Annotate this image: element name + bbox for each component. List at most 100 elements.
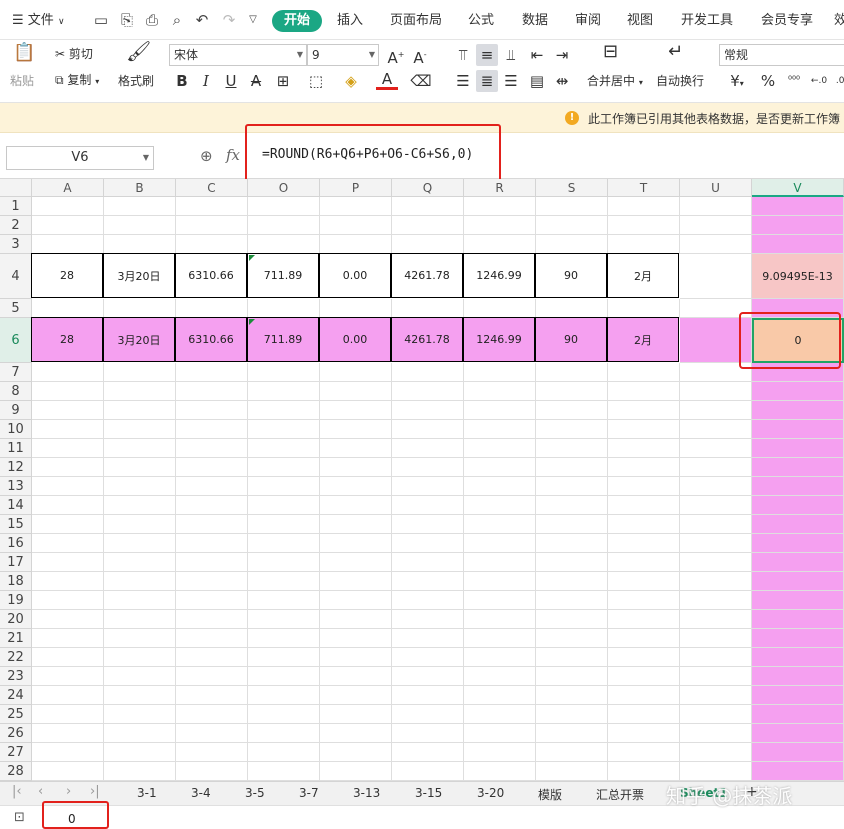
cell-a21[interactable] (32, 629, 104, 648)
cell-o17[interactable] (248, 553, 320, 572)
cell-o16[interactable] (248, 534, 320, 553)
cell-p6[interactable]: 0.00 (319, 317, 391, 362)
save-icon[interactable]: ▭ (91, 10, 111, 30)
align-top-icon[interactable]: ⫪ (452, 44, 474, 66)
cell-t21[interactable] (608, 629, 680, 648)
cell-r4[interactable]: 1246.99 (463, 253, 535, 298)
cell-q21[interactable] (392, 629, 464, 648)
cell-u11[interactable] (680, 439, 752, 458)
tab-review[interactable]: 审阅 (575, 10, 601, 32)
copy-button[interactable]: ⧉ 复制 ▾ (55, 71, 99, 91)
cell-t10[interactable] (608, 420, 680, 439)
cell-p12[interactable] (320, 458, 392, 477)
cell-b14[interactable] (104, 496, 176, 515)
row-header-6[interactable]: 6 (0, 318, 32, 363)
cell-s14[interactable] (536, 496, 608, 515)
cell-s7[interactable] (536, 363, 608, 382)
decrease-decimal-icon[interactable]: .00 (832, 70, 844, 92)
cell-u26[interactable] (680, 724, 752, 743)
cell-t1[interactable] (608, 197, 680, 216)
cell-p10[interactable] (320, 420, 392, 439)
clear-format-icon[interactable]: ⌫ (410, 70, 432, 92)
cell-c10[interactable] (176, 420, 248, 439)
cell-q2[interactable] (392, 216, 464, 235)
cell-a27[interactable] (32, 743, 104, 762)
cell-c8[interactable] (176, 382, 248, 401)
cell-u8[interactable] (680, 382, 752, 401)
cell-t22[interactable] (608, 648, 680, 667)
cell-q20[interactable] (392, 610, 464, 629)
cell-q16[interactable] (392, 534, 464, 553)
number-format-select[interactable]: 常规 (719, 44, 844, 66)
row-header-18[interactable]: 18 (0, 572, 32, 591)
cell-s11[interactable] (536, 439, 608, 458)
cell-v19[interactable] (752, 591, 844, 610)
cell-v15[interactable] (752, 515, 844, 534)
cell-p25[interactable] (320, 705, 392, 724)
cell-r5[interactable] (464, 299, 536, 318)
cell-v8[interactable] (752, 382, 844, 401)
tab-developer[interactable]: 开发工具 (681, 10, 733, 32)
cell-q24[interactable] (392, 686, 464, 705)
row-header-14[interactable]: 14 (0, 496, 32, 515)
cell-q17[interactable] (392, 553, 464, 572)
cell-s24[interactable] (536, 686, 608, 705)
row-header-22[interactable]: 22 (0, 648, 32, 667)
cell-o10[interactable] (248, 420, 320, 439)
cell-o6[interactable]: 711.89 (247, 317, 319, 362)
cell-t2[interactable] (608, 216, 680, 235)
cell-r10[interactable] (464, 420, 536, 439)
export-pdf-icon[interactable]: ⎘ (117, 10, 137, 30)
column-header-u[interactable]: U (680, 179, 752, 197)
cell-u19[interactable] (680, 591, 752, 610)
cell-u9[interactable] (680, 401, 752, 420)
cell-t28[interactable] (608, 762, 680, 781)
sheet-tab-3-15[interactable]: 3-15 (415, 786, 442, 800)
cell-s19[interactable] (536, 591, 608, 610)
cell-q1[interactable] (392, 197, 464, 216)
cell-r13[interactable] (464, 477, 536, 496)
cell-b18[interactable] (104, 572, 176, 591)
cell-r14[interactable] (464, 496, 536, 515)
cell-r7[interactable] (464, 363, 536, 382)
sheet-tab-3-1[interactable]: 3-1 (137, 786, 157, 800)
cell-t17[interactable] (608, 553, 680, 572)
row-header-9[interactable]: 9 (0, 401, 32, 420)
cell-t27[interactable] (608, 743, 680, 762)
cell-c11[interactable] (176, 439, 248, 458)
cell-u4[interactable] (680, 254, 752, 299)
cell-u15[interactable] (680, 515, 752, 534)
cell-o9[interactable] (248, 401, 320, 420)
cell-p18[interactable] (320, 572, 392, 591)
cell-t3[interactable] (608, 235, 680, 254)
cell-o25[interactable] (248, 705, 320, 724)
cell-t4[interactable]: 2月 (607, 253, 679, 298)
cell-t7[interactable] (608, 363, 680, 382)
cell-s5[interactable] (536, 299, 608, 318)
row-header-7[interactable]: 7 (0, 363, 32, 382)
cell-s28[interactable] (536, 762, 608, 781)
cell-c20[interactable] (176, 610, 248, 629)
cell-t13[interactable] (608, 477, 680, 496)
cell-s12[interactable] (536, 458, 608, 477)
cell-v25[interactable] (752, 705, 844, 724)
cell-c22[interactable] (176, 648, 248, 667)
cell-t16[interactable] (608, 534, 680, 553)
cell-p15[interactable] (320, 515, 392, 534)
cell-r9[interactable] (464, 401, 536, 420)
sheet-tab-3-4[interactable]: 3-4 (191, 786, 211, 800)
column-header-o[interactable]: O (248, 179, 320, 197)
cell-r15[interactable] (464, 515, 536, 534)
cell-b19[interactable] (104, 591, 176, 610)
cell-o19[interactable] (248, 591, 320, 610)
cell-c16[interactable] (176, 534, 248, 553)
cell-o4[interactable]: 711.89 (247, 253, 319, 298)
cell-q23[interactable] (392, 667, 464, 686)
cell-q15[interactable] (392, 515, 464, 534)
sheet-tab-3-20[interactable]: 3-20 (477, 786, 504, 800)
cell-b6[interactable]: 3月20日 (103, 317, 175, 362)
cell-a4[interactable]: 28 (31, 253, 103, 298)
cell-c26[interactable] (176, 724, 248, 743)
cell-r3[interactable] (464, 235, 536, 254)
align-left-icon[interactable]: ☰ (452, 70, 474, 92)
